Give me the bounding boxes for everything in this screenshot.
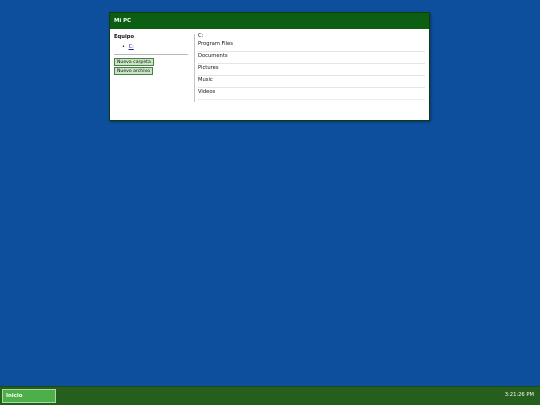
new-folder-button[interactable]: Nueva carpeta — [114, 58, 154, 66]
sidebar-divider — [114, 54, 188, 55]
window-title: Mi PC — [114, 18, 131, 24]
tree-item-c-drive: • C: — [122, 44, 192, 50]
file-item-videos[interactable]: Videos — [198, 88, 425, 100]
start-button[interactable]: Inicio — [2, 389, 56, 403]
window-content: Equipo • C: Nueva carpeta Nuevo archivo … — [110, 30, 429, 120]
sidebar-heading: Equipo — [114, 34, 135, 40]
pane-divider — [194, 34, 195, 102]
sidebar: Equipo • C: Nueva carpeta Nuevo archivo — [114, 34, 192, 76]
current-path: C: — [198, 33, 204, 39]
file-pane: C: Program Files Documents Pictures Musi… — [198, 33, 425, 100]
file-item-documents[interactable]: Documents — [198, 52, 425, 64]
taskbar: Inicio 3:21:26 PM — [0, 386, 540, 405]
file-explorer-window: Mi PC Equipo • C: Nueva carpeta Nuevo ar… — [109, 12, 430, 121]
taskbar-clock: 3:21:26 PM — [504, 392, 534, 398]
file-item-program-files[interactable]: Program Files — [198, 40, 425, 52]
file-list: Program Files Documents Pictures Music V… — [198, 40, 425, 100]
window-titlebar[interactable]: Mi PC — [110, 13, 429, 29]
drive-link-c[interactable]: C: — [129, 44, 134, 50]
bullet-icon: • — [122, 44, 125, 50]
drive-tree: • C: — [122, 44, 192, 50]
file-item-music[interactable]: Music — [198, 76, 425, 88]
file-item-pictures[interactable]: Pictures — [198, 64, 425, 76]
new-file-button[interactable]: Nuevo archivo — [114, 67, 154, 75]
